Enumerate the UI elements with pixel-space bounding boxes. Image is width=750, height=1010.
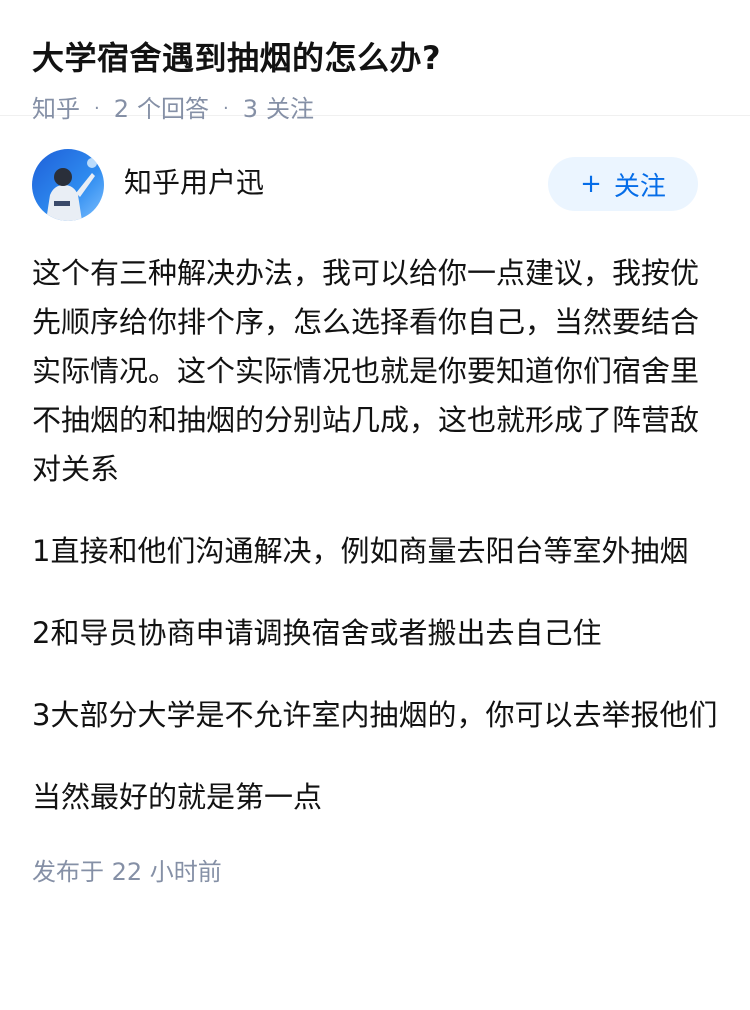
follow-count-label[interactable]: 关注 — [266, 92, 314, 126]
question-title[interactable]: 大学宿舍遇到抽烟的怎么办? — [32, 34, 718, 82]
question-header: 大学宿舍遇到抽烟的怎么办? 知乎 · 2 个回答 · 3 关注 — [0, 0, 750, 123]
answer-card: 知乎用户迅 + 关注 这个有三种解决办法，我可以给你一点建议，我按优先顺序给你排… — [0, 147, 750, 889]
meta-separator: · — [94, 98, 100, 119]
answer-count: 2 — [113, 95, 130, 123]
plus-icon: + — [580, 169, 602, 199]
answer-paragraph: 3大部分大学是不允许室内抽烟的，你可以去举报他们 — [32, 698, 718, 732]
question-meta: 知乎 · 2 个回答 · 3 关注 — [32, 92, 718, 126]
author-row: 知乎用户迅 + 关注 — [32, 147, 718, 257]
source-label[interactable]: 知乎 — [32, 92, 80, 126]
follow-button[interactable]: + 关注 — [548, 157, 698, 211]
meta-separator: · — [223, 98, 229, 119]
author-name[interactable]: 知乎用户迅 — [124, 163, 264, 203]
answer-content: 这个有三种解决办法，我可以给你一点建议，我按优先顺序给你排个序，怎么选择看你自己… — [32, 249, 718, 822]
answer-paragraph: 当然最好的就是第一点 — [32, 780, 323, 814]
answer-paragraph: 1直接和他们沟通解决，例如商量去阳台等室外抽烟 — [32, 534, 689, 568]
follow-button-label: 关注 — [613, 171, 666, 202]
avatar[interactable] — [32, 149, 104, 221]
avatar-icon — [32, 149, 104, 221]
published-time: 发布于 22 小时前 — [32, 858, 222, 886]
follow-count: 3 — [242, 95, 259, 123]
answer-count-label[interactable]: 个回答 — [137, 92, 209, 126]
answer-paragraph: 2和导员协商申请调换宿舍或者搬出去自己住 — [32, 616, 602, 650]
answer-paragraph: 这个有三种解决办法，我可以给你一点建议，我按优先顺序给你排个序，怎么选择看你自己… — [32, 256, 700, 486]
